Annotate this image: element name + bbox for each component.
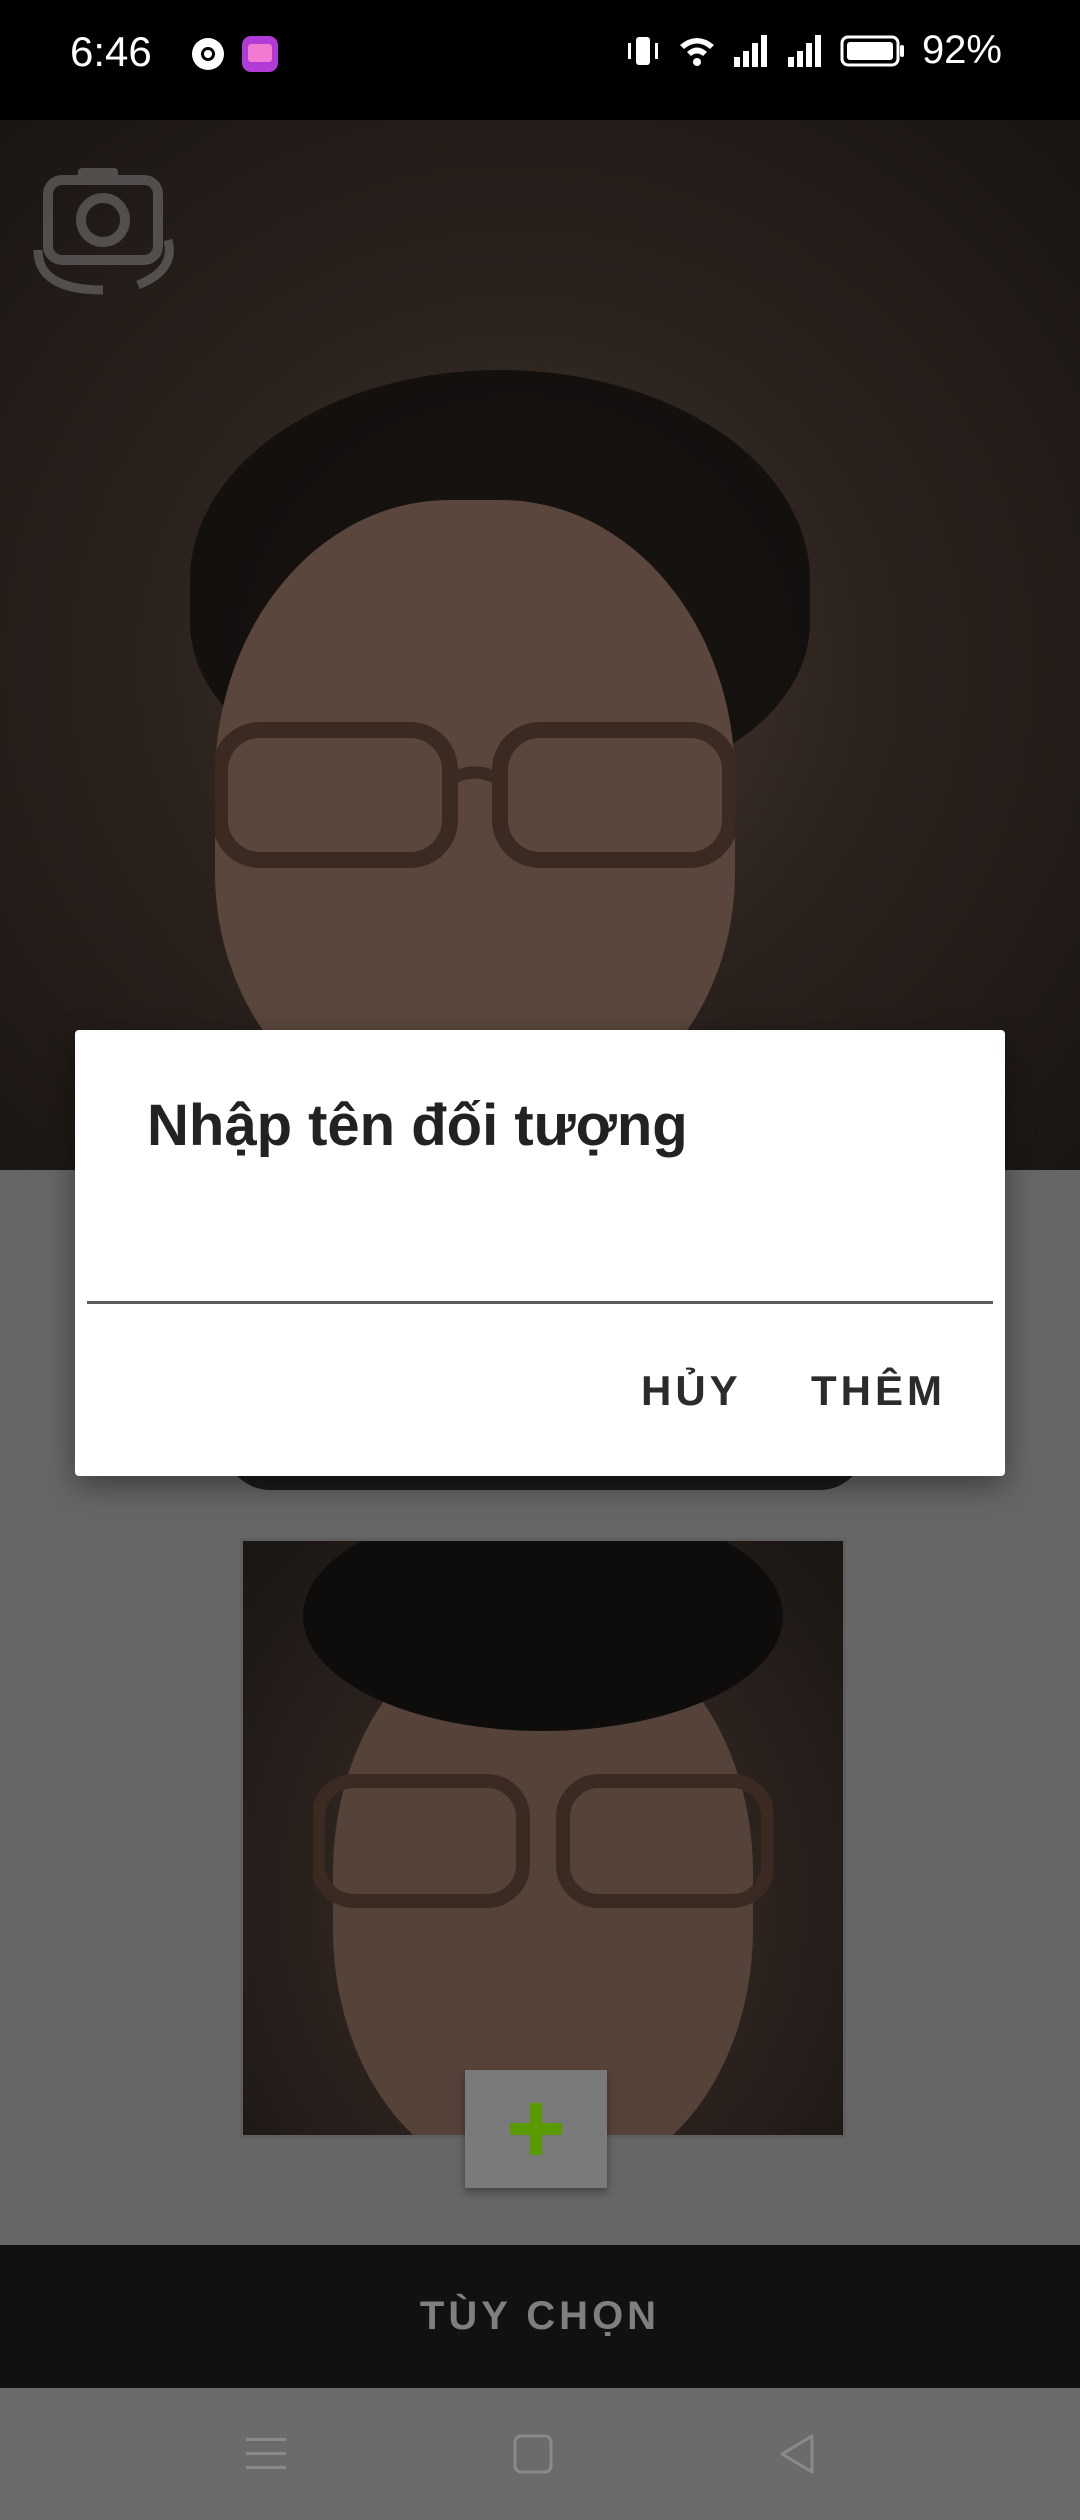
back-icon[interactable] xyxy=(770,2426,826,2482)
chrome-icon xyxy=(192,38,224,70)
dialog-title: Nhập tên đối tượng xyxy=(147,1093,688,1158)
add-button[interactable]: THÊM xyxy=(805,1366,952,1416)
options-label: TÙY CHỌN xyxy=(419,2294,661,2338)
battery-icon xyxy=(840,35,904,66)
camera-preview xyxy=(0,120,1080,1170)
thumbnail-glasses xyxy=(313,1774,773,1908)
thumbnail-hair xyxy=(303,1541,783,1731)
face-thumbnail xyxy=(240,1538,846,2138)
wifi-icon xyxy=(679,37,714,66)
signal-icon-2 xyxy=(787,34,821,67)
add-face-button[interactable] xyxy=(465,2070,607,2188)
preview-glasses xyxy=(215,722,735,868)
vibrate-icon xyxy=(627,36,658,65)
options-button[interactable]: TÙY CHỌN xyxy=(0,2245,1080,2388)
battery-percent: 92% xyxy=(921,28,1002,72)
status-bar: 6:46 92% xyxy=(0,0,1080,120)
cancel-button[interactable]: HỦY xyxy=(635,1366,748,1416)
switch-camera-icon[interactable] xyxy=(18,140,188,310)
navigation-bar xyxy=(0,2388,1080,2520)
menu-icon[interactable] xyxy=(238,2426,294,2482)
name-input[interactable] xyxy=(87,1210,993,1304)
status-icons: 92% xyxy=(624,28,1002,73)
signal-icon xyxy=(733,34,767,67)
home-icon[interactable] xyxy=(505,2426,561,2482)
calendar-app-icon xyxy=(242,36,278,72)
name-input-dialog: Nhập tên đối tượng HỦY THÊM xyxy=(75,1030,1005,1476)
plus-icon xyxy=(510,2103,562,2155)
status-time: 6:46 xyxy=(70,28,152,75)
